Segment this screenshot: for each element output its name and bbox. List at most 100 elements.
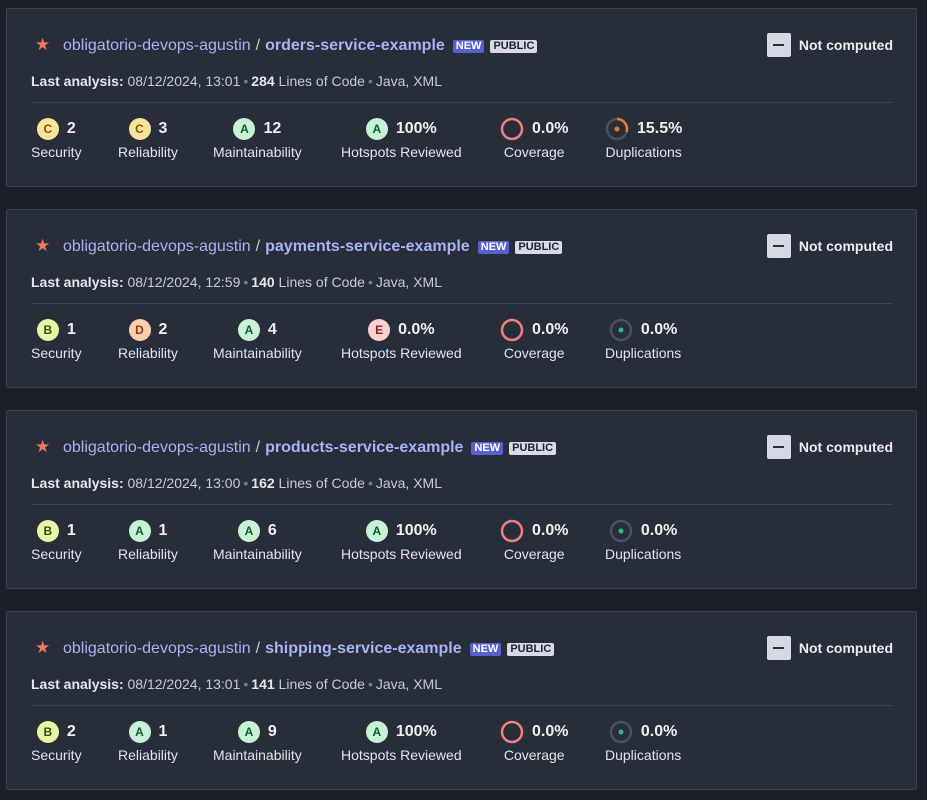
coverage-metric[interactable]: 0.0% Coverage xyxy=(500,318,568,361)
path-separator: / xyxy=(255,37,261,54)
maintainability-value[interactable]: 12 xyxy=(263,120,281,138)
coverage-metric[interactable]: 0.0% Coverage xyxy=(500,519,568,562)
analysis-meta: Last analysis: 08/12/2024, 12:59 • 140 Lin… xyxy=(31,274,442,290)
hotspots-value[interactable]: 0.0% xyxy=(398,321,434,339)
project-link[interactable]: payments-service-example xyxy=(265,238,470,256)
maintainability-metric[interactable]: A6 Maintainability xyxy=(213,519,302,562)
duplications-ring-icon xyxy=(609,720,633,744)
reliability-rating-icon: C xyxy=(128,118,151,140)
duplications-value[interactable]: 15.5% xyxy=(637,120,682,138)
maintainability-label: Maintainability xyxy=(213,345,302,361)
new-badge: NEW xyxy=(471,441,504,455)
reliability-value[interactable]: 3 xyxy=(159,120,168,138)
not-computed-icon xyxy=(766,234,791,258)
coverage-value[interactable]: 0.0% xyxy=(532,723,568,741)
maintainability-label: Maintainability xyxy=(213,546,302,562)
reliability-value[interactable]: 1 xyxy=(159,522,168,540)
security-metric[interactable]: B2 Security xyxy=(31,720,82,763)
duplications-value[interactable]: 0.0% xyxy=(641,723,677,741)
security-metric[interactable]: B1 Security xyxy=(31,519,82,562)
maintainability-metric[interactable]: A4 Maintainability xyxy=(213,318,302,361)
project-title: obligatorio-devops-agustin / payments-se… xyxy=(63,237,563,257)
duplications-metric[interactable]: 0.0% Duplications xyxy=(605,519,681,562)
reliability-metric[interactable]: D2 Reliability xyxy=(118,318,178,361)
analysis-label: Last analysis: xyxy=(31,73,124,89)
security-value[interactable]: 1 xyxy=(67,522,76,540)
project-title: obligatorio-devops-agustin / shipping-se… xyxy=(63,639,555,659)
quality-gate-status: Not computed xyxy=(766,234,893,258)
hotspots-label: Hotspots Reviewed xyxy=(341,345,462,361)
duplications-metric[interactable]: 0.0% Duplications xyxy=(605,720,681,763)
project-link[interactable]: shipping-service-example xyxy=(265,640,462,658)
hotspots-metric[interactable]: A 100% Hotspots Reviewed xyxy=(341,519,462,562)
favorite-star-icon[interactable]: ★ xyxy=(35,639,51,656)
hotspots-rating-icon: A xyxy=(365,721,388,743)
languages: Java, XML xyxy=(375,676,442,692)
security-metric[interactable]: B1 Security xyxy=(31,318,82,361)
maintainability-value[interactable]: 6 xyxy=(268,522,277,540)
duplications-value[interactable]: 0.0% xyxy=(641,321,677,339)
duplications-value[interactable]: 0.0% xyxy=(641,522,677,540)
reliability-value[interactable]: 2 xyxy=(159,321,168,339)
maintainability-rating-icon: A xyxy=(237,721,260,743)
duplications-label: Duplications xyxy=(605,747,682,763)
hotspots-rating-icon: A xyxy=(365,118,388,140)
hotspots-metric[interactable]: A 100% Hotspots Reviewed xyxy=(341,720,462,763)
maintainability-value[interactable]: 9 xyxy=(268,723,277,741)
project-link[interactable]: products-service-example xyxy=(265,439,463,457)
new-badge: NEW xyxy=(477,240,510,254)
org-link[interactable]: obligatorio-devops-agustin xyxy=(63,439,251,457)
reliability-label: Reliability xyxy=(118,345,178,361)
maintainability-metric[interactable]: A9 Maintainability xyxy=(213,720,302,763)
security-label: Security xyxy=(31,747,82,763)
loc-label: Lines of Code xyxy=(278,676,365,692)
security-value[interactable]: 1 xyxy=(67,321,76,339)
reliability-value[interactable]: 1 xyxy=(159,723,168,741)
analysis-label: Last analysis: xyxy=(31,274,124,290)
reliability-metric[interactable]: C3 Reliability xyxy=(118,117,178,160)
analysis-meta: Last analysis: 08/12/2024, 13:01 • 141 Lin… xyxy=(31,676,442,692)
not-computed-icon xyxy=(766,435,791,459)
hotspots-metric[interactable]: E 0.0% Hotspots Reviewed xyxy=(341,318,462,361)
favorite-star-icon[interactable]: ★ xyxy=(35,36,51,53)
org-link[interactable]: obligatorio-devops-agustin xyxy=(63,37,251,55)
quality-gate-text: Not computed xyxy=(798,37,893,53)
favorite-star-icon[interactable]: ★ xyxy=(35,438,51,455)
reliability-metric[interactable]: A1 Reliability xyxy=(118,720,178,763)
maintainability-label: Maintainability xyxy=(213,144,302,160)
coverage-value[interactable]: 0.0% xyxy=(532,120,568,138)
security-value[interactable]: 2 xyxy=(67,120,76,138)
not-computed-icon xyxy=(766,636,791,660)
security-metric[interactable]: C2 Security xyxy=(31,117,82,160)
maintainability-metric[interactable]: A 12 Maintainability xyxy=(213,117,302,160)
hotspots-value[interactable]: 100% xyxy=(396,723,437,741)
coverage-metric[interactable]: 0.0% Coverage xyxy=(500,720,568,763)
org-link[interactable]: obligatorio-devops-agustin xyxy=(63,640,251,658)
org-link[interactable]: obligatorio-devops-agustin xyxy=(63,238,251,256)
project-card: ★ obligatorio-devops-agustin / products-… xyxy=(6,410,917,589)
security-value[interactable]: 2 xyxy=(67,723,76,741)
maintainability-value[interactable]: 4 xyxy=(268,321,277,339)
project-link[interactable]: orders-service-example xyxy=(265,37,445,55)
security-rating-icon: B xyxy=(36,721,59,743)
hotspots-value[interactable]: 100% xyxy=(396,120,437,138)
duplications-ring-icon xyxy=(609,519,633,543)
path-separator: / xyxy=(255,640,261,657)
duplications-metric[interactable]: 0.0% Duplications xyxy=(605,318,681,361)
project-card: ★ obligatorio-devops-agustin / shipping-… xyxy=(6,611,917,790)
coverage-value[interactable]: 0.0% xyxy=(532,321,568,339)
duplications-metric[interactable]: 15.5% Duplications xyxy=(605,117,682,160)
reliability-metric[interactable]: A1 Reliability xyxy=(118,519,178,562)
coverage-ring-icon xyxy=(500,720,524,744)
loc-value: 162 xyxy=(251,475,275,491)
coverage-value[interactable]: 0.0% xyxy=(532,522,568,540)
hotspots-metric[interactable]: A 100% Hotspots Reviewed xyxy=(341,117,462,160)
coverage-metric[interactable]: 0.0% Coverage xyxy=(500,117,568,160)
reliability-label: Reliability xyxy=(118,546,178,562)
project-title: obligatorio-devops-agustin / orders-serv… xyxy=(63,36,538,56)
project-card: ★ obligatorio-devops-agustin / orders-se… xyxy=(6,8,917,187)
public-badge: PUBLIC xyxy=(509,441,557,455)
hotspots-value[interactable]: 100% xyxy=(396,522,437,540)
coverage-ring-icon xyxy=(500,519,524,543)
favorite-star-icon[interactable]: ★ xyxy=(35,237,51,254)
